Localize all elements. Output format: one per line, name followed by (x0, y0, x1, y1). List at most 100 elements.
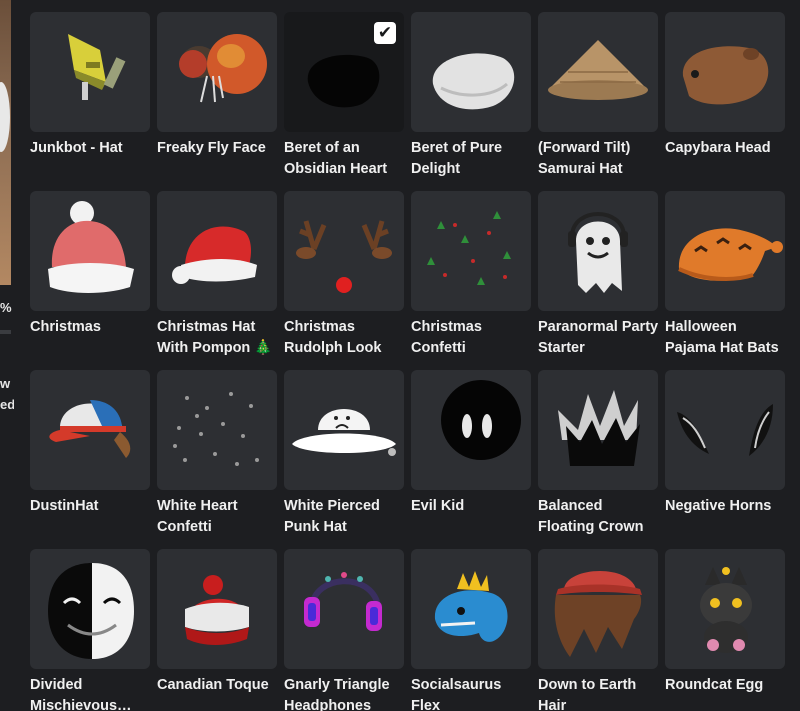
dinosaur-icon (434, 571, 508, 642)
toque-icon (184, 575, 249, 645)
item-tile[interactable]: Halloween Pajama Hat Bats (665, 191, 785, 356)
item-name: Paranormal Party Starter (538, 319, 659, 356)
item-thumbnail (538, 549, 658, 669)
item-thumbnail (157, 191, 277, 311)
item-name: Christmas Rudolph Look (284, 319, 382, 356)
fly-face-icon (179, 34, 267, 103)
santa-hat-icon (172, 226, 257, 284)
item-thumbnail (30, 370, 150, 490)
item-thumbnail (284, 191, 404, 311)
item-tile[interactable]: Canadian Toque (157, 549, 277, 709)
item-name: DustinHat (30, 498, 99, 514)
item-name: White Pierced Punk Hat (284, 498, 380, 535)
selected-check-icon: ✔ (374, 22, 396, 44)
cat-egg-icon (700, 567, 752, 653)
item-name: Balanced Floating Crown (538, 498, 644, 535)
item-name: Junkbot - Hat (30, 140, 123, 156)
item-tile[interactable]: Freaky Fly Face (157, 12, 277, 172)
divided-face-icon (48, 563, 134, 659)
item-name: Gnarly Triangle Headphones (284, 677, 390, 711)
reindeer-antlers-icon (296, 220, 392, 293)
item-tile[interactable]: Junkbot - Hat (30, 12, 150, 172)
heart-confetti-icon (173, 392, 259, 466)
partial-label-2: ed (0, 397, 14, 412)
item-tile[interactable]: Capybara Head (665, 12, 785, 172)
pajama-hat-icon (678, 228, 783, 281)
item-name: Christmas (30, 319, 101, 335)
partial-label-1: w (0, 376, 11, 391)
item-name: Freaky Fly Face (157, 140, 266, 156)
item-name: White Heart Confetti (157, 498, 238, 535)
item-tile[interactable]: Balanced Floating Crown (538, 370, 658, 535)
avatar-preview-panel: % w ed (0, 0, 14, 711)
ghost-headphones-icon (568, 212, 628, 293)
confetti-icon (427, 211, 511, 285)
item-thumbnail (284, 549, 404, 669)
item-tile[interactable]: ✔ Beret of an Obsidian Heart (284, 12, 404, 177)
horns-icon (677, 404, 773, 456)
item-thumbnail: ✔ (284, 12, 404, 132)
item-thumbnail (538, 191, 658, 311)
item-name: Canadian Toque (157, 677, 269, 693)
avatar-editor: % w ed Junkbot - Hat Freaky Fly Face ✔ B… (0, 0, 800, 711)
item-thumbnail (30, 12, 150, 132)
bucket-hat-icon (292, 409, 396, 456)
item-thumbnail (157, 12, 277, 132)
item-tile[interactable]: Roundcat Egg (665, 549, 785, 709)
item-tile[interactable]: Evil Kid (411, 370, 531, 530)
trucker-cap-icon (49, 400, 131, 458)
item-tile[interactable]: Down to Earth Hair (538, 549, 658, 711)
item-thumbnail (665, 549, 785, 669)
knit-hat-icon (48, 201, 134, 293)
capybara-head-icon (682, 46, 769, 105)
item-tile[interactable]: Negative Horns (665, 370, 785, 530)
item-thumbnail (411, 191, 531, 311)
hair-icon (554, 570, 642, 657)
item-tile[interactable]: DustinHat (30, 370, 150, 530)
item-tile[interactable]: Christmas Confetti (411, 191, 531, 356)
item-tile[interactable]: Christmas (30, 191, 150, 351)
item-thumbnail (665, 370, 785, 490)
junkbot-hat-icon (68, 34, 126, 100)
item-thumbnail (157, 549, 277, 669)
item-name: Christmas Hat With Pompon 🎄 (157, 319, 273, 356)
item-thumbnail (411, 549, 531, 669)
item-name: Beret of an Obsidian Heart (284, 140, 388, 177)
partial-percent-label: % (0, 300, 12, 315)
item-tile[interactable]: White Pierced Punk Hat (284, 370, 404, 535)
crown-icon (558, 390, 640, 466)
accessory-grid: Junkbot - Hat Freaky Fly Face ✔ Beret of… (30, 12, 800, 711)
item-tile[interactable]: Beret of Pure Delight (411, 12, 531, 177)
headphones-icon (304, 572, 382, 631)
item-thumbnail (411, 12, 531, 132)
item-name: Roundcat Egg (665, 677, 764, 693)
item-thumbnail (538, 370, 658, 490)
item-tile[interactable]: White Heart Confetti (157, 370, 277, 535)
item-tile[interactable]: Paranormal Party Starter (538, 191, 658, 356)
item-tile[interactable]: Christmas Rudolph Look (284, 191, 404, 356)
item-name: Negative Horns (665, 498, 772, 514)
item-tile[interactable]: Christmas Hat With Pompon 🎄 (157, 191, 277, 356)
item-name: Socialsaurus Flex (411, 677, 502, 711)
item-name: Capybara Head (665, 140, 771, 156)
item-name: Down to Earth Hair (538, 677, 637, 711)
item-tile[interactable]: Gnarly Triangle Headphones (284, 549, 404, 711)
item-name: Beret of Pure Delight (411, 140, 503, 177)
item-thumbnail (284, 370, 404, 490)
item-tile[interactable]: Socialsaurus Flex (411, 549, 531, 711)
item-thumbnail (411, 370, 531, 490)
item-thumbnail (665, 12, 785, 132)
item-name: Halloween Pajama Hat Bats (665, 319, 779, 356)
partial-slider[interactable] (0, 330, 11, 334)
item-thumbnail (157, 370, 277, 490)
white-beret-icon (432, 53, 515, 110)
item-thumbnail (665, 191, 785, 311)
black-head-icon (441, 380, 521, 460)
item-thumbnail (30, 549, 150, 669)
item-tile[interactable]: (Forward Tilt) Samurai Hat (538, 12, 658, 177)
samurai-hat-icon (548, 40, 648, 100)
item-name: Evil Kid (411, 498, 465, 514)
item-tile[interactable]: Divided Mischievous… (30, 549, 150, 711)
item-name: Christmas Confetti (411, 319, 482, 356)
item-thumbnail (30, 191, 150, 311)
